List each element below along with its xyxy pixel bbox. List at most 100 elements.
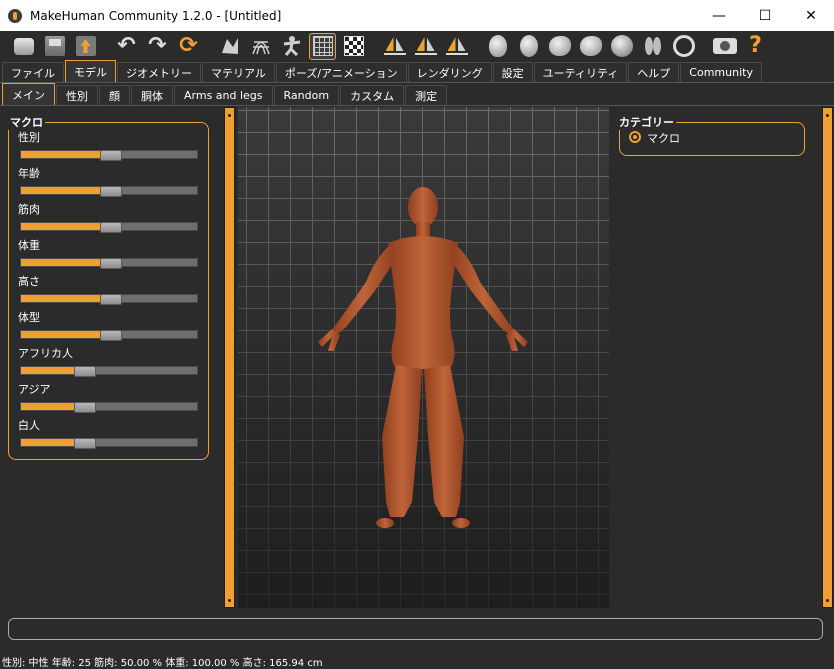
grid-icon — [312, 36, 333, 56]
slider-label-asian: アジア — [18, 383, 51, 396]
reset-camera-button[interactable] — [670, 33, 697, 60]
tab-pose-animation[interactable]: ポーズ/アニメーション — [275, 62, 407, 82]
export-button[interactable] — [72, 33, 99, 60]
reset-button[interactable]: ⟳ — [175, 33, 202, 60]
slider-handle[interactable] — [100, 150, 122, 161]
sub-tab-bar: メイン 性別 顔 胴体 Arms and legs Random カスタム 測定 — [0, 83, 834, 106]
checker-icon — [343, 36, 364, 56]
toolbar: ↶ ↷ ⟳ ? — [0, 31, 834, 61]
slider-fill — [21, 187, 111, 194]
tab-settings[interactable]: 設定 — [492, 62, 533, 82]
scroll-up-arrow[interactable] — [823, 110, 832, 120]
top-view-icon — [610, 35, 633, 57]
caucasian-slider[interactable] — [20, 438, 198, 449]
back-view-icon — [519, 35, 538, 57]
close-button[interactable]: ✕ — [788, 0, 834, 31]
pose-button[interactable] — [278, 33, 305, 60]
macro-radio-button[interactable] — [629, 131, 641, 143]
slider-label-height: 高さ — [18, 275, 40, 288]
help-button[interactable]: ? — [742, 33, 769, 60]
help-icon: ? — [749, 33, 762, 58]
subtab-face[interactable]: 顔 — [99, 85, 130, 105]
new-button[interactable] — [10, 33, 37, 60]
slider-label-caucasian: 白人 — [18, 419, 40, 432]
african-slider[interactable] — [20, 366, 198, 377]
slider-fill — [21, 151, 111, 158]
weight-slider[interactable] — [20, 258, 198, 269]
slider-handle[interactable] — [100, 186, 122, 197]
save-button[interactable] — [41, 33, 68, 60]
undo-icon: ↶ — [117, 33, 136, 58]
subtab-gender[interactable]: 性別 — [56, 85, 98, 105]
minimize-button[interactable]: — — [696, 0, 742, 31]
symmetry-right-button[interactable] — [381, 33, 408, 60]
macro-radio-label[interactable]: マクロ — [647, 130, 680, 146]
tab-utilities[interactable]: ユーティリティ — [533, 62, 628, 82]
3d-viewport[interactable] — [238, 107, 609, 608]
slider-handle[interactable] — [73, 366, 96, 377]
subtab-arms-legs[interactable]: Arms and legs — [174, 85, 273, 105]
reset-camera-icon — [672, 35, 695, 57]
scroll-down-arrow[interactable] — [823, 595, 832, 605]
slider-handle[interactable] — [100, 222, 122, 233]
slider-handle[interactable] — [100, 258, 122, 269]
muscle-slider[interactable] — [20, 222, 198, 233]
slider-handle[interactable] — [73, 402, 96, 413]
export-icon — [75, 36, 96, 56]
slider-label-african: アフリカ人 — [18, 347, 73, 360]
progress-bar — [8, 618, 823, 640]
slider-label-gender: 性別 — [18, 131, 40, 144]
height-slider[interactable] — [20, 294, 198, 305]
right-panel-scrollbar[interactable] — [822, 107, 833, 608]
maximize-button[interactable]: ☐ — [742, 0, 788, 31]
subtab-main[interactable]: メイン — [2, 83, 55, 105]
status-bar: 性別: 中性 年齢: 25 筋肉: 50.00 % 体重: 100.00 % 高… — [2, 658, 323, 669]
right-view-icon — [579, 36, 602, 56]
front-view-button[interactable] — [484, 33, 511, 60]
tab-geometry[interactable]: ジオメトリー — [117, 62, 201, 82]
save-icon — [44, 36, 65, 56]
proportions-slider[interactable] — [20, 330, 198, 341]
slider-handle[interactable] — [100, 294, 122, 305]
left-panel-scrollbar[interactable] — [224, 107, 235, 608]
slider-fill — [21, 295, 111, 302]
bottom-view-button[interactable] — [639, 33, 666, 60]
subtab-measure[interactable]: 測定 — [405, 85, 448, 105]
screenshot-button[interactable] — [711, 33, 738, 60]
slider-label-age: 年齢 — [18, 167, 40, 180]
back-view-button[interactable] — [515, 33, 542, 60]
scroll-down-arrow[interactable] — [225, 595, 234, 605]
symmetry-left-button[interactable] — [412, 33, 439, 60]
right-view-button[interactable] — [577, 33, 604, 60]
age-slider[interactable] — [20, 186, 198, 197]
subtab-torso[interactable]: 胴体 — [131, 85, 173, 105]
tab-rendering[interactable]: レンダリング — [407, 62, 492, 82]
undo-button[interactable]: ↶ — [113, 33, 140, 60]
tab-file[interactable]: ファイル — [2, 62, 64, 82]
symmetry-icon — [445, 35, 469, 57]
subtab-random[interactable]: Random — [273, 85, 340, 105]
subtab-custom[interactable]: カスタム — [340, 85, 405, 105]
tab-community[interactable]: Community — [680, 62, 762, 82]
tab-help[interactable]: ヘルプ — [628, 62, 680, 82]
slider-handle[interactable] — [73, 438, 96, 449]
redo-button[interactable]: ↷ — [144, 33, 171, 60]
wireframe-button[interactable] — [247, 33, 274, 60]
slider-label-weight: 体重 — [18, 239, 40, 252]
asian-slider[interactable] — [20, 402, 198, 413]
symmetry-button[interactable] — [443, 33, 470, 60]
window-controls: — ☐ ✕ — [696, 0, 834, 31]
tab-material[interactable]: マテリアル — [202, 62, 275, 82]
background-button[interactable] — [340, 33, 367, 60]
slider-handle[interactable] — [100, 330, 122, 341]
new-file-icon — [13, 37, 34, 55]
wireframe-icon — [251, 41, 270, 55]
tab-model[interactable]: モデル — [65, 60, 116, 82]
smooth-button[interactable] — [216, 33, 243, 60]
camera-icon — [712, 38, 737, 54]
gender-slider[interactable] — [20, 150, 198, 161]
grid-button[interactable] — [309, 32, 336, 60]
left-view-button[interactable] — [546, 33, 573, 60]
top-view-button[interactable] — [608, 33, 635, 60]
scroll-up-arrow[interactable] — [225, 110, 234, 120]
